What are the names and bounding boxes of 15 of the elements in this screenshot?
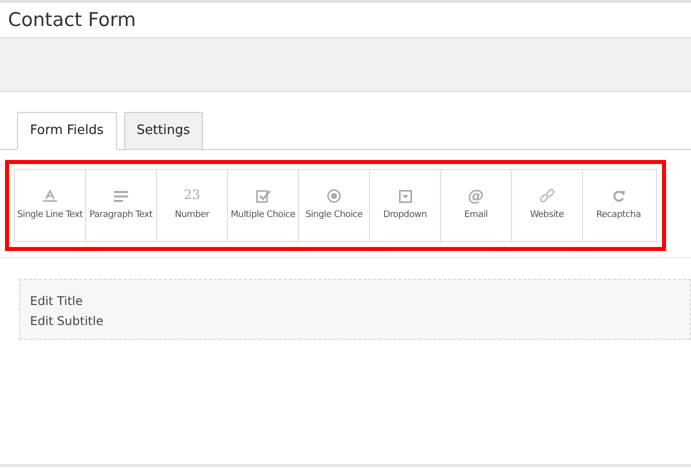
checkbox-icon xyxy=(256,190,270,203)
dropdown-icon xyxy=(398,190,412,203)
radio-icon xyxy=(327,189,341,204)
page-title: Contact Form xyxy=(8,8,136,33)
text-line-icon xyxy=(43,190,57,202)
edit-title-text[interactable]: Edit Title xyxy=(30,293,680,309)
number-icon: 23 xyxy=(184,188,200,204)
at-sign-icon: @ xyxy=(468,188,484,204)
field-type-button[interactable]: Single Line Text xyxy=(15,170,86,241)
refresh-icon xyxy=(612,190,626,203)
paragraph-icon xyxy=(114,190,128,202)
link-icon xyxy=(539,188,555,204)
edit-subtitle-text[interactable]: Edit Subtitle xyxy=(30,313,680,329)
tab[interactable]: Form Fields xyxy=(17,112,117,150)
tab[interactable]: Settings xyxy=(124,112,203,149)
